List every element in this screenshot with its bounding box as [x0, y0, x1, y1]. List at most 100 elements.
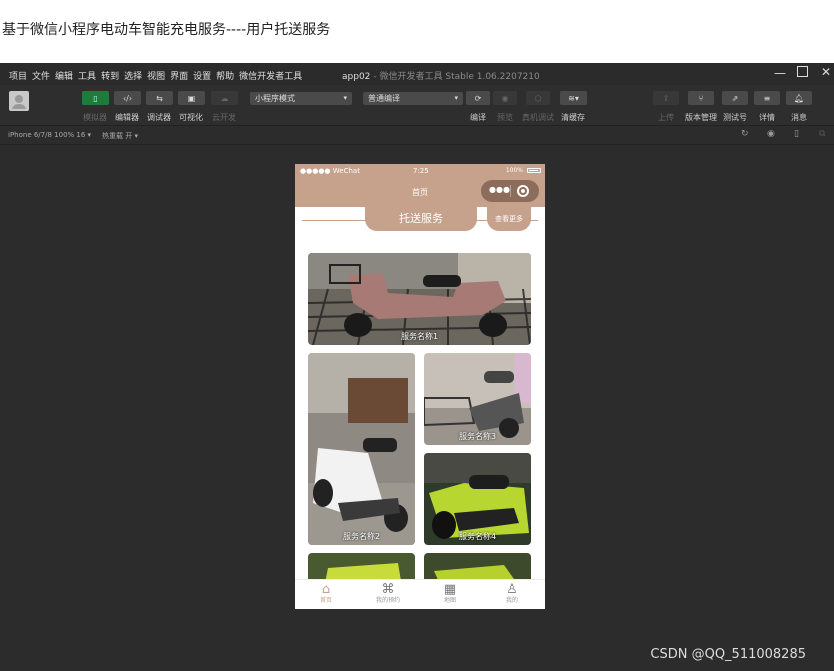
person-icon: ♙ [506, 582, 518, 597]
window-title: app02- 微信开发者工具 Stable 1.06.2207210 [342, 69, 540, 82]
cloud-button[interactable]: ☁ [211, 91, 238, 105]
phone-icon: ▯ [93, 93, 98, 103]
debugger-button[interactable]: ⇆ [146, 91, 173, 105]
status-battery-text: 100% [505, 167, 523, 174]
version-button[interactable]: ⑂ [688, 91, 714, 105]
clear-cache-label: 清缓存 [561, 113, 585, 122]
visual-label: 可视化 [179, 113, 203, 122]
rotate-icon[interactable]: ↻ [741, 130, 750, 139]
test-id-label: 测试号 [723, 113, 747, 122]
mode-select-value: 小程序模式 [255, 94, 295, 103]
tab-bar: ⌂ 首页 ⌘ 我的预约 ▦ 地图 ♙ 我的 [295, 579, 545, 609]
window-title-rest: - 微信开发者工具 Stable 1.06.2207210 [373, 72, 540, 82]
cloud-label: 云开发 [212, 113, 236, 122]
tab-label: 首页 [319, 597, 332, 604]
section-title: 托送服务 [365, 207, 477, 231]
navigation-bar: ●●●●● WeChat 7:25 100% 首页 ●●● [295, 164, 545, 207]
messages-button[interactable]: 🔔︎ [786, 91, 812, 105]
clear-cache-button[interactable]: ≋▾ [560, 91, 587, 105]
tab-label: 地图 [443, 597, 456, 604]
menu-interface[interactable]: 界面 [170, 69, 188, 82]
watermark: CSDN @QQ_511008285 [650, 647, 806, 662]
menu-help[interactable]: 帮助 [216, 69, 234, 82]
menu-tools[interactable]: 工具 [78, 69, 96, 82]
menu-settings[interactable]: 设置 [193, 69, 211, 82]
editor-button[interactable]: ‹/› [114, 91, 141, 105]
device-icon[interactable]: ▯ [794, 130, 803, 139]
view-more-button[interactable]: 查看更多 [487, 207, 531, 231]
service-card-1[interactable]: 服务名称1 [308, 253, 531, 345]
close-icon[interactable]: ✕ [821, 66, 831, 78]
visual-button[interactable]: ▣ [178, 91, 205, 105]
status-time: 7:25 [413, 167, 429, 175]
hot-reload-select[interactable]: 热重载 开 ▾ [102, 131, 138, 141]
editor-label: 编辑器 [115, 113, 139, 122]
details-button[interactable]: ≡ [754, 91, 780, 105]
menu-items: 项目 文件 编辑 工具 转到 选择 视图 界面 设置 帮助 微信开发者工具 [9, 69, 302, 82]
compile-select[interactable]: 普通编译 ▾ [363, 92, 463, 105]
refresh-icon: ⟳ [474, 93, 482, 103]
close-miniprogram-icon[interactable] [517, 185, 529, 197]
window-app-name: app02 [342, 72, 371, 82]
menu-edit[interactable]: 编辑 [55, 69, 73, 82]
menu-project[interactable]: 项目 [9, 69, 27, 82]
test-id-button[interactable]: ⇗ [722, 91, 748, 105]
menu-view[interactable]: 视图 [147, 69, 165, 82]
map-icon: ▦ [443, 582, 457, 597]
scooter-photo-2 [308, 353, 415, 545]
tab-map[interactable]: ▦ 地图 [430, 582, 470, 605]
details-label: 详情 [759, 113, 775, 122]
service-card-3[interactable]: 服务名称3 [424, 353, 531, 445]
simulator-button[interactable]: ▯ [82, 91, 109, 105]
phone-simulator: ●●●●● WeChat 7:25 100% 首页 ●●● 托送服务 查看更多 [295, 164, 545, 609]
menu-icon: ≡ [763, 93, 771, 103]
more-dots-icon[interactable]: ●●● [489, 185, 510, 194]
compile-button[interactable]: ⟳ [466, 91, 490, 105]
service-card-2[interactable]: 服务名称2 [308, 353, 415, 545]
real-debug-label: 真机调试 [522, 113, 554, 122]
capsule-divider [510, 185, 511, 197]
preview-label: 预览 [497, 113, 513, 122]
menu-goto[interactable]: 转到 [101, 69, 119, 82]
external-link-icon: ⇗ [731, 93, 739, 103]
tab-my-booking[interactable]: ⌘ 我的预约 [368, 582, 408, 605]
service-card-4[interactable]: 服务名称4 [424, 453, 531, 545]
home-icon: ⌂ [321, 582, 331, 597]
article-title: 基于微信小程序电动车智能充电服务----用户托送服务 [2, 22, 331, 38]
device-select[interactable]: iPhone 6/7/8 100% 16 ▾ [8, 131, 91, 139]
capsule-menu[interactable]: ●●● [481, 180, 539, 202]
compile-select-value: 普通编译 [368, 94, 400, 103]
version-label: 版本管理 [685, 113, 717, 122]
layers-icon: ≋▾ [568, 93, 579, 103]
service-card-label: 服务名称3 [458, 432, 497, 441]
menu-select[interactable]: 选择 [124, 69, 142, 82]
upload-icon: ⇪ [662, 93, 670, 103]
messages-label: 消息 [791, 113, 807, 122]
avatar[interactable] [9, 91, 29, 111]
preview-button[interactable]: ◉ [493, 91, 517, 105]
status-carrier: ●●●●● WeChat [300, 167, 360, 175]
service-card-label: 服务名称4 [458, 532, 497, 541]
tab-mine[interactable]: ♙ 我的 [492, 582, 532, 605]
code-icon: ‹/› [122, 93, 133, 103]
mode-select[interactable]: 小程序模式 ▾ [250, 92, 352, 105]
maximize-icon[interactable] [797, 66, 808, 79]
menu-file[interactable]: 文件 [32, 69, 50, 82]
menu-wechat-devtools[interactable]: 微信开发者工具 [239, 69, 302, 82]
minimize-icon[interactable]: — [774, 67, 786, 79]
upload-button[interactable]: ⇪ [653, 91, 679, 105]
tab-home[interactable]: ⌂ 首页 [306, 582, 346, 605]
service-card-label: 服务名称2 [342, 532, 381, 541]
popout-icon[interactable]: ⧉ [819, 130, 828, 139]
bell-icon: 🔔︎ [793, 93, 805, 103]
real-debug-button[interactable]: ⬡ [526, 91, 550, 105]
record-icon[interactable]: ◉ [767, 130, 776, 139]
debug-icon: ⇆ [156, 93, 163, 103]
service-card-label: 服务名称1 [400, 332, 439, 341]
simulator-label: 模拟器 [83, 113, 107, 122]
debugger-label: 调试器 [147, 113, 171, 122]
simulator-bar: iPhone 6/7/8 100% 16 ▾ 热重载 开 ▾ ↻ ◉ ▯ ⧉ [0, 126, 834, 145]
eye-icon: ◉ [501, 93, 509, 103]
tab-label: 我的 [505, 597, 518, 604]
branch-icon: ⑂ [698, 93, 704, 103]
